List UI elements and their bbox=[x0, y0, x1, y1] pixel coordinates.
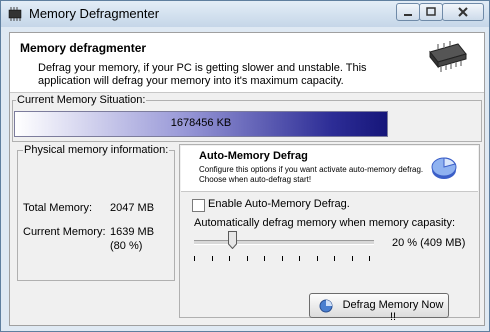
chip-icon bbox=[7, 6, 23, 22]
slider-tick bbox=[334, 256, 335, 261]
memory-usage-value: 1678456 KB bbox=[170, 117, 232, 129]
pie-chart-icon bbox=[430, 154, 458, 182]
slider-tick bbox=[281, 256, 283, 261]
total-memory-value: 2047 MB bbox=[110, 202, 155, 214]
auto-defrag-header: Auto-Memory Defrag Configure this option… bbox=[181, 146, 478, 192]
slider-tick bbox=[211, 256, 213, 261]
slider-tick bbox=[229, 256, 230, 261]
title-bar[interactable]: Memory Defragmenter bbox=[1, 1, 489, 27]
current-memory-percent: (80 %) bbox=[110, 240, 143, 252]
close-icon bbox=[458, 7, 468, 17]
slider-tick bbox=[299, 256, 300, 261]
physical-memory-label: Physical memory information: bbox=[23, 144, 170, 156]
auto-defrag-description: Configure this options if you want activ… bbox=[199, 165, 424, 184]
maximize-button[interactable] bbox=[419, 3, 443, 21]
window-title: Memory Defragmenter bbox=[29, 6, 160, 21]
close-button[interactable] bbox=[442, 3, 484, 21]
slider-tick bbox=[369, 256, 370, 261]
current-memory-info-label: Current Memory: bbox=[23, 226, 106, 238]
current-memory-group: Current Memory Situation: 1678456 KB bbox=[12, 94, 482, 142]
slider-value: 20 % (409 MB) bbox=[392, 237, 466, 249]
physical-memory-group: Physical memory information: Total Memor… bbox=[17, 144, 175, 281]
slider-tick bbox=[264, 256, 265, 261]
defrag-now-button[interactable]: Defrag Memory Now !! bbox=[309, 293, 449, 323]
header-banner: Memory defragmenter Defrag your memory, … bbox=[10, 33, 484, 93]
auto-defrag-title: Auto-Memory Defrag bbox=[199, 150, 308, 162]
slider-tick bbox=[316, 256, 318, 261]
slider-label: Automatically defrag memory when memory … bbox=[194, 217, 456, 229]
minimize-button[interactable] bbox=[396, 3, 420, 21]
header-title: Memory defragmenter bbox=[20, 41, 147, 55]
defrag-now-label: Defrag Memory Now !! bbox=[342, 299, 444, 323]
total-memory-label: Total Memory: bbox=[23, 202, 93, 214]
minimize-icon bbox=[404, 14, 412, 16]
memory-usage-bar: 1678456 KB bbox=[14, 111, 388, 137]
client-area: Memory defragmenter Defrag your memory, … bbox=[9, 32, 485, 326]
enable-auto-defrag-label[interactable]: Enable Auto-Memory Defrag. bbox=[208, 198, 350, 210]
current-memory-label: Current Memory Situation: bbox=[16, 94, 147, 106]
slider-tick bbox=[194, 256, 195, 261]
capacity-slider-track[interactable] bbox=[194, 240, 374, 245]
current-memory-value: 1639 MB bbox=[110, 226, 155, 238]
header-description: Defrag your memory, if your PC is gettin… bbox=[38, 62, 367, 87]
maximize-icon bbox=[426, 7, 436, 16]
enable-auto-defrag-checkbox[interactable] bbox=[192, 199, 205, 212]
memory-chip-icon bbox=[424, 40, 468, 74]
defrag-icon bbox=[319, 299, 333, 313]
app-window: Memory Defragmenter Memory defragmenter … bbox=[0, 0, 490, 332]
slider-tick bbox=[246, 256, 248, 261]
auto-defrag-panel: Auto-Memory Defrag Configure this option… bbox=[179, 144, 480, 318]
slider-tick bbox=[351, 256, 353, 261]
capacity-slider-thumb[interactable] bbox=[228, 231, 237, 250]
slider-ticks bbox=[194, 256, 374, 262]
